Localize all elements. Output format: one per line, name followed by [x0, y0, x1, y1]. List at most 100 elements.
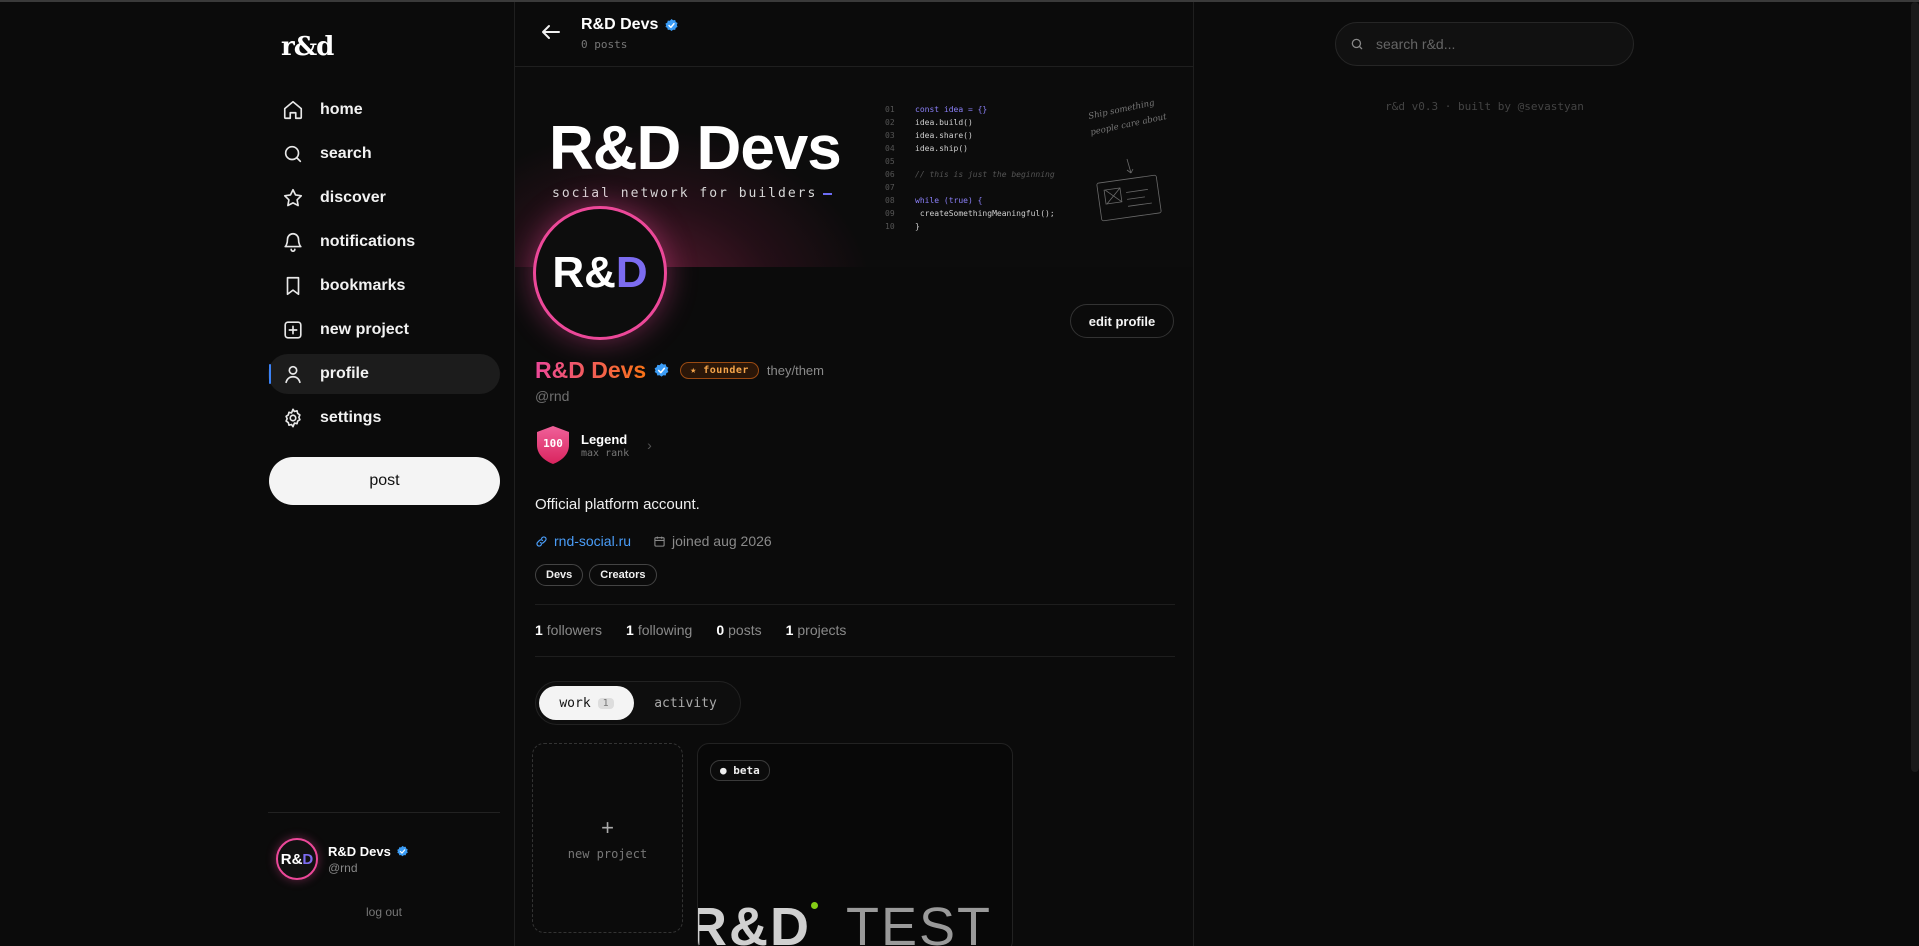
tab-activity[interactable]: activity: [634, 686, 737, 720]
banner-code: 01 const idea = {} 02 idea.build() 03 idea.…: [885, 103, 1055, 233]
chevron-right-icon: ›: [647, 437, 652, 453]
header-title: R&D Devs: [581, 16, 659, 33]
banner-title: R&D Devs: [549, 114, 842, 183]
nav-item-bookmarks[interactable]: bookmarks: [268, 266, 500, 306]
app-logo[interactable]: r&d: [281, 32, 334, 62]
nav-item-discover[interactable]: discover: [268, 178, 500, 218]
stat-projects[interactable]: 1 projects: [786, 622, 847, 638]
line-number: 05: [885, 157, 895, 166]
post-button[interactable]: post: [269, 457, 500, 505]
code-text: const idea = {}: [915, 105, 988, 114]
line-number: 06: [885, 170, 895, 179]
gear-icon: [285, 408, 301, 428]
code-line: 09 createSomethingMeaningful();: [885, 207, 1055, 220]
page-scrollbar[interactable]: [1911, 2, 1919, 772]
new-project-card[interactable]: + new project: [532, 743, 683, 933]
avatar: R& D: [276, 838, 318, 880]
code-text: }: [915, 222, 920, 231]
nav-item-home[interactable]: home: [268, 90, 500, 130]
sidebar-divider: [268, 812, 500, 813]
nav-label: notifications: [320, 233, 416, 250]
website-link[interactable]: rnd-social.ru: [554, 533, 631, 549]
left-sidebar: r&d home search discover notifications b…: [268, 2, 500, 946]
profile-name-row: R&D Devs ★ founder they/them: [535, 357, 824, 384]
stat-label: followers: [546, 622, 603, 638]
code-line: 08 while (true) {: [885, 194, 1055, 207]
nav-item-notifications[interactable]: notifications: [268, 222, 500, 262]
code-line: 03 idea.share(): [885, 129, 1055, 142]
code-line: 01 const idea = {}: [885, 103, 1055, 116]
home-icon: [283, 100, 303, 120]
stat-label: projects: [797, 622, 847, 638]
project-card[interactable]: ● beta R&D TEST: [697, 743, 1013, 946]
profile-tabs: work 1 activity: [535, 681, 741, 725]
nav-item-profile[interactable]: profile: [268, 354, 500, 394]
banner-sketch: Ship something people care about: [1088, 98, 1168, 222]
sidebar-user-name: R&D Devs: [328, 843, 391, 859]
calendar-icon: [654, 536, 665, 547]
nav-item-search[interactable]: search: [268, 134, 500, 174]
nav-label: settings: [320, 409, 382, 426]
nav-item-settings[interactable]: settings: [268, 398, 500, 438]
header-post-count: 0 posts: [581, 38, 628, 51]
stat-posts[interactable]: 0 posts: [716, 622, 761, 638]
banner-subtitle-row: social network for builders: [552, 186, 833, 201]
stat-value: 1: [626, 622, 634, 638]
line-number: 03: [885, 131, 895, 140]
bell-icon: [284, 233, 302, 252]
profile-bio: Official platform account.: [535, 496, 700, 513]
tag-chip[interactable]: Creators: [589, 564, 657, 586]
sidebar-user-card[interactable]: R& D R&D Devs @rnd: [276, 838, 409, 880]
line-number: 07: [885, 183, 895, 192]
plus-icon: +: [601, 815, 614, 840]
cursor-mark: [823, 192, 833, 195]
header-title-row: R&D Devs: [581, 16, 679, 34]
sidebar-user-name-row: R&D Devs: [328, 844, 409, 859]
project-art-left: R&D: [697, 897, 811, 946]
rank-badge[interactable]: 100 Legend max rank ›: [535, 425, 652, 465]
nav-label: home: [320, 101, 363, 118]
version-footer: r&d v0.3 · built by @sevastyan: [1385, 100, 1584, 113]
nav-label: search: [320, 145, 372, 162]
profile-main: R&D Devs 0 posts R&D Devs social network…: [514, 2, 1194, 946]
tab-work[interactable]: work 1: [539, 686, 635, 720]
nav-item-new-project[interactable]: new project: [268, 310, 500, 350]
profile-avatar[interactable]: R& D: [533, 206, 667, 340]
code-line: 07: [885, 181, 1055, 194]
line-number: 08: [885, 196, 895, 205]
search-box: [1335, 22, 1634, 66]
profile-header: R&D Devs 0 posts: [515, 2, 1193, 67]
verified-icon: [654, 363, 669, 377]
edit-profile-button[interactable]: edit profile: [1070, 304, 1174, 338]
logout-link[interactable]: log out: [268, 905, 500, 919]
code-text: createSomethingMeaningful();: [915, 209, 1055, 218]
nav-label: profile: [320, 365, 369, 382]
profile-meta: rnd-social.ru joined aug 2026: [535, 533, 772, 549]
stat-following[interactable]: 1 following: [626, 622, 692, 638]
stat-value: 1: [535, 622, 543, 638]
line-number: 04: [885, 144, 895, 153]
back-arrow-icon[interactable]: [539, 20, 563, 44]
bookmark-icon: [286, 276, 300, 296]
search-icon: [284, 145, 302, 163]
nav-label: new project: [320, 321, 409, 338]
search-input[interactable]: [1376, 36, 1616, 52]
code-text: idea.build(): [915, 118, 973, 127]
beta-badge: ● beta: [710, 760, 770, 781]
avatar-text: R&: [280, 850, 303, 868]
nav-label: discover: [320, 189, 386, 206]
line-number: 01: [885, 105, 895, 114]
stat-value: 1: [785, 622, 794, 638]
sidebar-user-info: R&D Devs @rnd: [328, 844, 409, 875]
code-line: 04 idea.ship(): [885, 142, 1055, 155]
tag-chip[interactable]: Devs: [535, 564, 584, 586]
stat-label: posts: [728, 622, 762, 638]
rank-text: Legend max rank: [581, 432, 629, 459]
profile-tags: Devs Creators: [535, 564, 663, 586]
stat-followers[interactable]: 1 followers: [535, 622, 602, 638]
sidebar-user-handle: @rnd: [328, 860, 358, 875]
avatar-accent: D: [302, 850, 314, 868]
main-nav: home search discover notifications bookm…: [268, 90, 500, 442]
link-icon: [536, 535, 547, 547]
new-project-label: new project: [567, 847, 648, 861]
